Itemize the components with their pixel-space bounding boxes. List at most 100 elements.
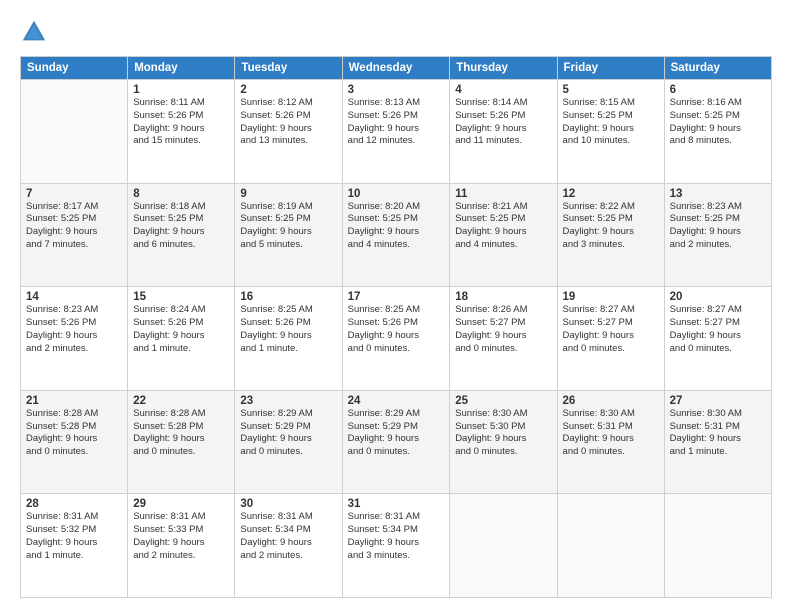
- calendar-cell: 28Sunrise: 8:31 AM Sunset: 5:32 PM Dayli…: [21, 494, 128, 598]
- calendar-cell: 16Sunrise: 8:25 AM Sunset: 5:26 PM Dayli…: [235, 287, 342, 391]
- header: [20, 18, 772, 46]
- calendar-cell: 3Sunrise: 8:13 AM Sunset: 5:26 PM Daylig…: [342, 80, 450, 184]
- logo-icon: [20, 18, 48, 46]
- cell-date: 10: [348, 188, 445, 200]
- cell-info: Sunrise: 8:22 AM Sunset: 5:25 PM Dayligh…: [563, 201, 659, 252]
- calendar-cell: 19Sunrise: 8:27 AM Sunset: 5:27 PM Dayli…: [557, 287, 664, 391]
- calendar-cell: 6Sunrise: 8:16 AM Sunset: 5:25 PM Daylig…: [664, 80, 771, 184]
- calendar-cell: 26Sunrise: 8:30 AM Sunset: 5:31 PM Dayli…: [557, 390, 664, 494]
- cell-date: 29: [133, 498, 229, 510]
- cell-date: 19: [563, 291, 659, 303]
- cell-date: 16: [240, 291, 336, 303]
- cell-date: 28: [26, 498, 122, 510]
- calendar-cell: 23Sunrise: 8:29 AM Sunset: 5:29 PM Dayli…: [235, 390, 342, 494]
- cell-info: Sunrise: 8:31 AM Sunset: 5:34 PM Dayligh…: [240, 511, 336, 562]
- calendar-cell: 15Sunrise: 8:24 AM Sunset: 5:26 PM Dayli…: [128, 287, 235, 391]
- cell-info: Sunrise: 8:19 AM Sunset: 5:25 PM Dayligh…: [240, 201, 336, 252]
- cell-date: 15: [133, 291, 229, 303]
- calendar-cell: 25Sunrise: 8:30 AM Sunset: 5:30 PM Dayli…: [450, 390, 557, 494]
- column-header-monday: Monday: [128, 57, 235, 80]
- cell-info: Sunrise: 8:30 AM Sunset: 5:30 PM Dayligh…: [455, 408, 551, 459]
- cell-date: 24: [348, 395, 445, 407]
- cell-date: 5: [563, 84, 659, 96]
- calendar-cell: 29Sunrise: 8:31 AM Sunset: 5:33 PM Dayli…: [128, 494, 235, 598]
- cell-info: Sunrise: 8:27 AM Sunset: 5:27 PM Dayligh…: [670, 304, 766, 355]
- calendar-cell: 10Sunrise: 8:20 AM Sunset: 5:25 PM Dayli…: [342, 183, 450, 287]
- cell-info: Sunrise: 8:11 AM Sunset: 5:26 PM Dayligh…: [133, 97, 229, 148]
- calendar-header: SundayMondayTuesdayWednesdayThursdayFrid…: [21, 57, 772, 80]
- cell-date: 1: [133, 84, 229, 96]
- calendar-cell: 27Sunrise: 8:30 AM Sunset: 5:31 PM Dayli…: [664, 390, 771, 494]
- calendar-cell: 8Sunrise: 8:18 AM Sunset: 5:25 PM Daylig…: [128, 183, 235, 287]
- calendar-cell: 14Sunrise: 8:23 AM Sunset: 5:26 PM Dayli…: [21, 287, 128, 391]
- cell-info: Sunrise: 8:25 AM Sunset: 5:26 PM Dayligh…: [240, 304, 336, 355]
- cell-date: 25: [455, 395, 551, 407]
- cell-info: Sunrise: 8:18 AM Sunset: 5:25 PM Dayligh…: [133, 201, 229, 252]
- calendar-row: 1Sunrise: 8:11 AM Sunset: 5:26 PM Daylig…: [21, 80, 772, 184]
- cell-date: 27: [670, 395, 766, 407]
- cell-info: Sunrise: 8:28 AM Sunset: 5:28 PM Dayligh…: [26, 408, 122, 459]
- calendar-cell: 11Sunrise: 8:21 AM Sunset: 5:25 PM Dayli…: [450, 183, 557, 287]
- cell-date: 3: [348, 84, 445, 96]
- calendar-cell: [557, 494, 664, 598]
- calendar-cell: 13Sunrise: 8:23 AM Sunset: 5:25 PM Dayli…: [664, 183, 771, 287]
- cell-info: Sunrise: 8:21 AM Sunset: 5:25 PM Dayligh…: [455, 201, 551, 252]
- cell-date: 14: [26, 291, 122, 303]
- cell-date: 22: [133, 395, 229, 407]
- cell-date: 11: [455, 188, 551, 200]
- cell-info: Sunrise: 8:30 AM Sunset: 5:31 PM Dayligh…: [563, 408, 659, 459]
- calendar-cell: 20Sunrise: 8:27 AM Sunset: 5:27 PM Dayli…: [664, 287, 771, 391]
- cell-info: Sunrise: 8:23 AM Sunset: 5:25 PM Dayligh…: [670, 201, 766, 252]
- column-header-wednesday: Wednesday: [342, 57, 450, 80]
- calendar-body: 1Sunrise: 8:11 AM Sunset: 5:26 PM Daylig…: [21, 80, 772, 598]
- cell-info: Sunrise: 8:30 AM Sunset: 5:31 PM Dayligh…: [670, 408, 766, 459]
- cell-info: Sunrise: 8:17 AM Sunset: 5:25 PM Dayligh…: [26, 201, 122, 252]
- calendar-cell: 21Sunrise: 8:28 AM Sunset: 5:28 PM Dayli…: [21, 390, 128, 494]
- cell-date: 17: [348, 291, 445, 303]
- cell-info: Sunrise: 8:29 AM Sunset: 5:29 PM Dayligh…: [348, 408, 445, 459]
- calendar-cell: [450, 494, 557, 598]
- calendar-cell: [21, 80, 128, 184]
- cell-info: Sunrise: 8:25 AM Sunset: 5:26 PM Dayligh…: [348, 304, 445, 355]
- header-row: SundayMondayTuesdayWednesdayThursdayFrid…: [21, 57, 772, 80]
- cell-info: Sunrise: 8:31 AM Sunset: 5:32 PM Dayligh…: [26, 511, 122, 562]
- calendar-cell: 2Sunrise: 8:12 AM Sunset: 5:26 PM Daylig…: [235, 80, 342, 184]
- calendar-cell: 31Sunrise: 8:31 AM Sunset: 5:34 PM Dayli…: [342, 494, 450, 598]
- calendar-cell: 17Sunrise: 8:25 AM Sunset: 5:26 PM Dayli…: [342, 287, 450, 391]
- cell-date: 18: [455, 291, 551, 303]
- page: SundayMondayTuesdayWednesdayThursdayFrid…: [0, 0, 792, 612]
- calendar-cell: [664, 494, 771, 598]
- cell-info: Sunrise: 8:23 AM Sunset: 5:26 PM Dayligh…: [26, 304, 122, 355]
- calendar-cell: 18Sunrise: 8:26 AM Sunset: 5:27 PM Dayli…: [450, 287, 557, 391]
- cell-date: 6: [670, 84, 766, 96]
- calendar-cell: 9Sunrise: 8:19 AM Sunset: 5:25 PM Daylig…: [235, 183, 342, 287]
- cell-date: 20: [670, 291, 766, 303]
- cell-date: 9: [240, 188, 336, 200]
- calendar-row: 21Sunrise: 8:28 AM Sunset: 5:28 PM Dayli…: [21, 390, 772, 494]
- cell-info: Sunrise: 8:31 AM Sunset: 5:34 PM Dayligh…: [348, 511, 445, 562]
- calendar-row: 28Sunrise: 8:31 AM Sunset: 5:32 PM Dayli…: [21, 494, 772, 598]
- cell-info: Sunrise: 8:24 AM Sunset: 5:26 PM Dayligh…: [133, 304, 229, 355]
- cell-date: 23: [240, 395, 336, 407]
- calendar-cell: 12Sunrise: 8:22 AM Sunset: 5:25 PM Dayli…: [557, 183, 664, 287]
- cell-date: 4: [455, 84, 551, 96]
- cell-date: 26: [563, 395, 659, 407]
- calendar-row: 7Sunrise: 8:17 AM Sunset: 5:25 PM Daylig…: [21, 183, 772, 287]
- cell-info: Sunrise: 8:26 AM Sunset: 5:27 PM Dayligh…: [455, 304, 551, 355]
- cell-info: Sunrise: 8:12 AM Sunset: 5:26 PM Dayligh…: [240, 97, 336, 148]
- column-header-thursday: Thursday: [450, 57, 557, 80]
- cell-date: 8: [133, 188, 229, 200]
- cell-info: Sunrise: 8:29 AM Sunset: 5:29 PM Dayligh…: [240, 408, 336, 459]
- cell-info: Sunrise: 8:15 AM Sunset: 5:25 PM Dayligh…: [563, 97, 659, 148]
- calendar-cell: 24Sunrise: 8:29 AM Sunset: 5:29 PM Dayli…: [342, 390, 450, 494]
- column-header-tuesday: Tuesday: [235, 57, 342, 80]
- calendar-cell: 7Sunrise: 8:17 AM Sunset: 5:25 PM Daylig…: [21, 183, 128, 287]
- cell-info: Sunrise: 8:27 AM Sunset: 5:27 PM Dayligh…: [563, 304, 659, 355]
- column-header-saturday: Saturday: [664, 57, 771, 80]
- cell-date: 13: [670, 188, 766, 200]
- cell-info: Sunrise: 8:20 AM Sunset: 5:25 PM Dayligh…: [348, 201, 445, 252]
- calendar-cell: 1Sunrise: 8:11 AM Sunset: 5:26 PM Daylig…: [128, 80, 235, 184]
- cell-date: 2: [240, 84, 336, 96]
- cell-date: 30: [240, 498, 336, 510]
- logo: [20, 18, 52, 46]
